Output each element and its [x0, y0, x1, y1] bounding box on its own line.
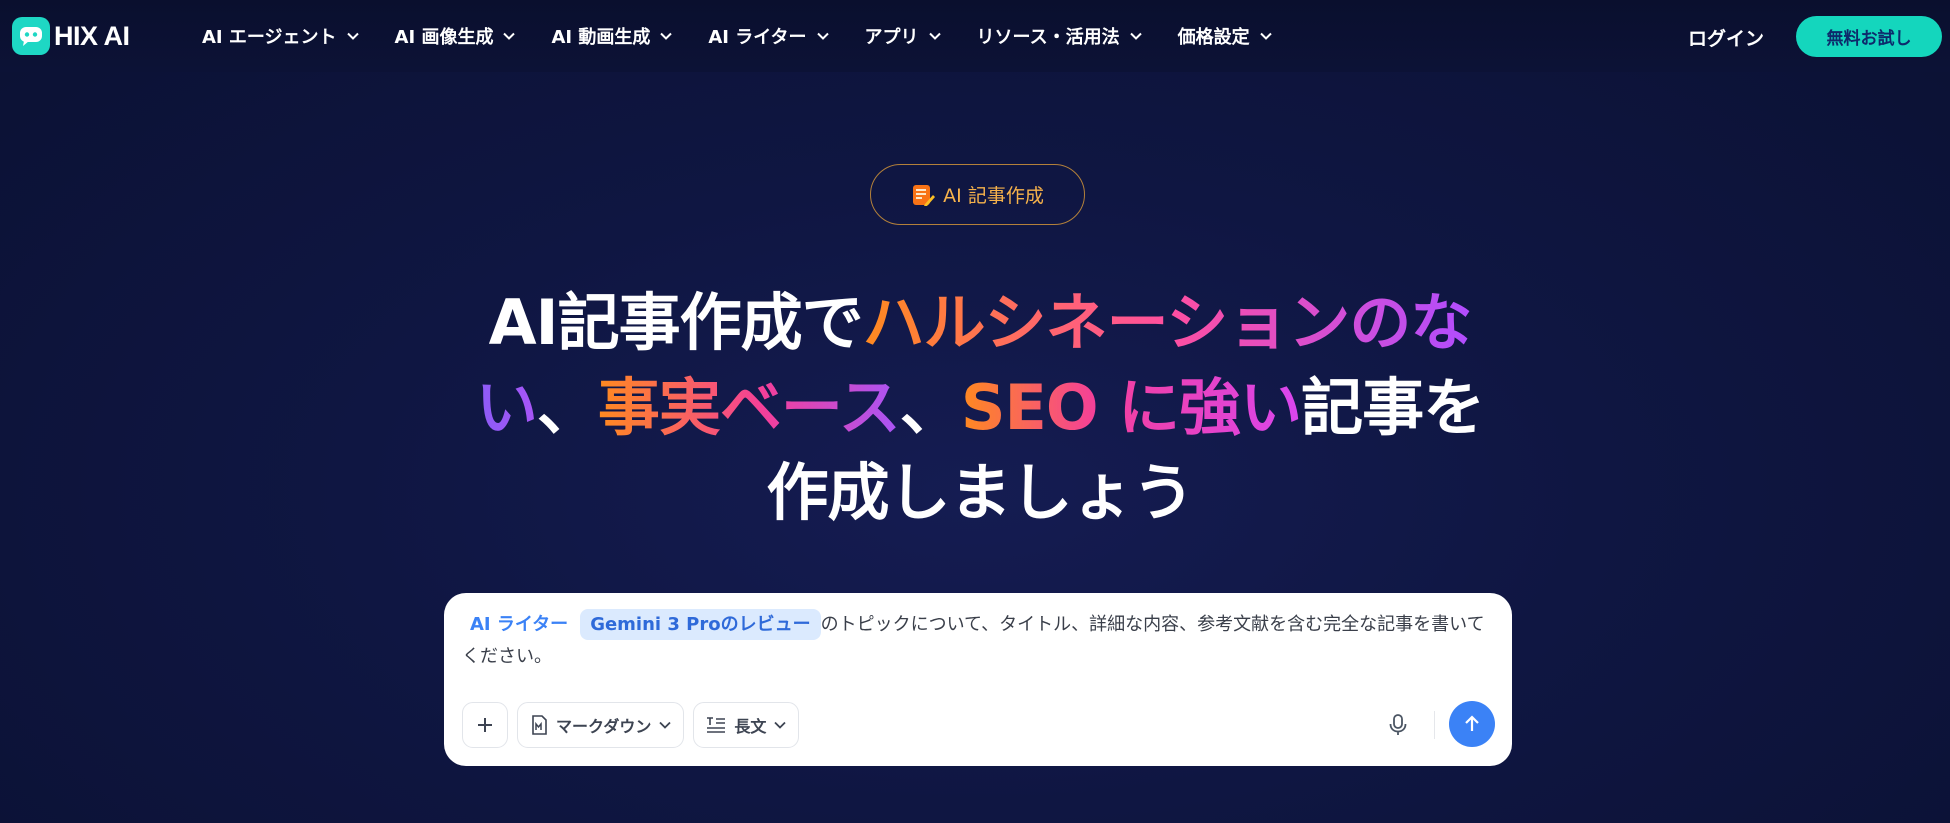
chevron-down-icon [1129, 32, 1142, 40]
text-length-icon [707, 717, 726, 733]
nav-item-label: AI ライター [708, 27, 807, 48]
free-trial-button[interactable]: 無料お試し [1796, 16, 1942, 57]
ai-article-badge[interactable]: AI 記事作成 [870, 164, 1085, 225]
chevron-down-icon [660, 32, 673, 40]
chevron-down-icon [346, 32, 359, 40]
nav-item-ai-agent[interactable]: AI エージェント [202, 23, 359, 49]
prompt-composer: AI ライター Gemini 3 Proのレビュー のトピックについて、タイトル、詳… [444, 593, 1512, 766]
logo-text: HIX AI [54, 20, 130, 51]
main-menu: AI エージェント AI 画像生成 AI 動画生成 AI ライター アプリ リソ… [202, 0, 1308, 72]
chevron-down-icon [659, 721, 672, 729]
chevron-down-icon [774, 721, 787, 729]
headline-line-1: AI記事作成でハルシネーションのな [380, 280, 1580, 365]
headline-text: 、 [899, 371, 962, 444]
nav-item-label: AI 画像生成 [394, 27, 494, 48]
badge-label: AI 記事作成 [943, 185, 1044, 207]
nav-item-ai-writer[interactable]: AI ライター [708, 23, 829, 49]
nav-item-pricing[interactable]: 価格設定 [1178, 23, 1272, 49]
nav-item-ai-video[interactable]: AI 動画生成 [551, 23, 673, 49]
headline-text: 、 [536, 371, 599, 444]
nav-item-apps[interactable]: アプリ [865, 23, 941, 49]
document-edit-icon [913, 184, 936, 206]
add-button[interactable] [462, 702, 508, 748]
headline-text: AI記事作成で [488, 286, 864, 359]
headline-line-3: 作成しましょう [766, 456, 1194, 529]
chevron-down-icon [816, 32, 829, 40]
markdown-file-icon [532, 715, 547, 735]
logo-icon [12, 17, 50, 55]
send-button[interactable] [1449, 701, 1495, 747]
nav-item-label: 価格設定 [1177, 27, 1250, 48]
arrow-up-icon [1465, 715, 1479, 731]
hero-headline: AI記事作成でハルシネーションのな い、事実ベース、SEO に強い記事を 作成し… [380, 280, 1580, 535]
length-label: 長文 [734, 717, 767, 736]
prompt-input[interactable]: AI ライター Gemini 3 Proのレビュー のトピックについて、タイトル、詳… [462, 609, 1492, 673]
headline-highlight: SEO に強い [960, 371, 1302, 444]
chevron-down-icon [928, 32, 941, 40]
topic-chip[interactable]: Gemini 3 Proのレビュー [580, 609, 821, 640]
logo[interactable]: HIX AI [12, 17, 130, 55]
headline-highlight: い [475, 371, 538, 444]
format-label: マークダウン [556, 717, 652, 736]
toolbar-divider [1434, 711, 1435, 739]
microphone-icon[interactable] [1386, 713, 1410, 737]
headline-text: 記事を [1301, 371, 1485, 444]
chevron-down-icon [503, 32, 516, 40]
nav-item-label: アプリ [864, 27, 919, 48]
headline-highlight: ハルシネーションのな [862, 286, 1473, 359]
ai-writer-chip[interactable]: AI ライター [462, 614, 580, 635]
nav-item-label: リソース・活用法 [976, 27, 1120, 48]
nav-item-label: AI エージェント [202, 27, 337, 48]
composer-toolbar: マークダウン 長文 [462, 702, 808, 748]
nav-item-ai-image[interactable]: AI 画像生成 [395, 23, 516, 49]
chevron-down-icon [1259, 32, 1272, 40]
nav-item-resources[interactable]: リソース・活用法 [977, 23, 1142, 49]
plus-icon [478, 718, 492, 732]
headline-highlight: 事実ベース [597, 371, 901, 444]
headline-line-2: い、事実ベース、SEO に強い記事を [380, 365, 1580, 450]
login-link[interactable]: ログイン [1688, 24, 1764, 51]
length-select[interactable]: 長文 [693, 702, 800, 748]
format-select[interactable]: マークダウン [517, 702, 685, 748]
top-nav: HIX AI AI エージェント AI 画像生成 AI 動画生成 AI ライター… [0, 0, 1950, 72]
nav-item-label: AI 動画生成 [551, 27, 651, 48]
